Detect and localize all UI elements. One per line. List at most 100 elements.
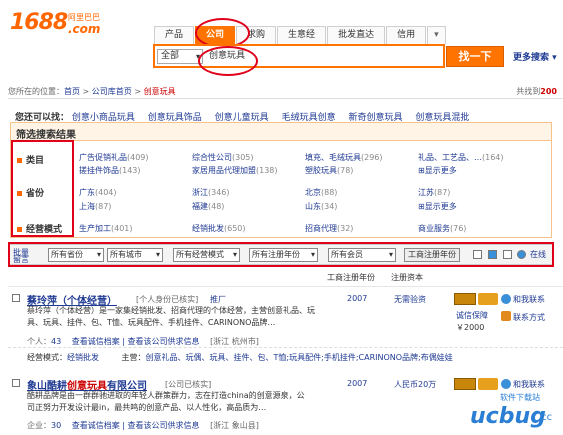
- contact-me-link[interactable]: 和我联系: [513, 294, 545, 305]
- breadcrumb-home[interactable]: 首页: [64, 87, 80, 96]
- rank-label: 个人：: [27, 337, 51, 346]
- filter-mode-item[interactable]: 生产加工(401): [79, 223, 133, 234]
- filter-item-name: 生产加工: [79, 224, 111, 233]
- result-tag[interactable]: 推厂: [210, 294, 226, 305]
- result-desc: 酷耕品牌是由一群群驰进取的年轻人群策群力，志在打造china的创意源泉，公 司正…: [27, 390, 337, 414]
- filter-item-name: 上海: [79, 202, 95, 211]
- filter-item-name: 搓挂件饰品: [79, 166, 119, 175]
- filter-category-item[interactable]: 综合性公司(305): [192, 152, 254, 163]
- filter-province-item[interactable]: 江苏(87): [418, 187, 450, 198]
- filter-item-name: 商业服务: [418, 224, 450, 233]
- search-button[interactable]: 找一下: [446, 46, 504, 67]
- mode-dropdown[interactable]: 所有经营模式: [173, 248, 240, 262]
- tab-wholesale[interactable]: 批发直达: [327, 26, 386, 44]
- filter-item-count: (164): [482, 153, 504, 162]
- member-badge-icon: [454, 378, 476, 390]
- archive-links[interactable]: 查看诚信档案 | 查看该公司供求信息: [72, 337, 200, 346]
- filter-title: 筛选搜索结果: [11, 123, 551, 141]
- breadcrumb-prefix: 您所在的位置：: [8, 87, 64, 96]
- tab-more-dropdown[interactable]: ▾: [427, 26, 446, 44]
- more-search-link[interactable]: 更多搜索 ▾: [513, 50, 557, 63]
- filter-province-item[interactable]: 浙江(346): [192, 187, 230, 198]
- category-select[interactable]: 全部: [157, 49, 203, 64]
- result-desc-line: 蔡玲萍（个体经营）是一家集经销批发、招商代理的个体经营，主营创意礼品、玩: [27, 306, 315, 315]
- filter-checkbox[interactable]: [473, 250, 482, 259]
- filter-province-item[interactable]: 福建(48): [192, 201, 224, 212]
- filter-category-item[interactable]: 塑胶玩具(78): [305, 165, 353, 176]
- filter-mode-item[interactable]: 招商代理(32): [305, 223, 353, 234]
- mode-value[interactable]: 经销批发: [67, 353, 99, 362]
- breadcrumb: 您所在的位置：首页 > 公司库首页 > 创意玩具: [8, 86, 558, 97]
- tab-products[interactable]: 产品: [154, 26, 195, 44]
- filter-mode-item[interactable]: 商业服务(76): [418, 223, 466, 234]
- breadcrumb-sep: >: [80, 87, 92, 96]
- mode-label: 经营模式：: [27, 353, 67, 362]
- site-logo[interactable]: 1688 阿里巴巴 .com: [10, 10, 120, 40]
- filter-item-count: (409): [127, 153, 149, 162]
- breadcrumb-current: 创意玩具: [143, 87, 176, 96]
- batch-message-link[interactable]: 批量 留言: [13, 249, 29, 264]
- rank-value: 30: [51, 421, 62, 430]
- message-label: 留言: [13, 255, 29, 264]
- filter-panel: 筛选搜索结果 类目 省份 经营模式 广告促销礼品(409) 综合性公司(305)…: [10, 122, 552, 238]
- guarantee-amount: ￥2000: [456, 323, 485, 332]
- filter-category-item[interactable]: 填充、毛绒玩具(296): [305, 152, 383, 163]
- archive-links[interactable]: 查看诚信档案 | 查看该公司供求信息: [72, 421, 200, 430]
- filter-category-item[interactable]: 广告促销礼品(409): [79, 152, 149, 163]
- show-more-province[interactable]: ⊞显示更多: [418, 201, 457, 212]
- filter-item-name: 江苏: [418, 188, 434, 197]
- main-label: 主营：: [121, 353, 146, 362]
- filter-item-count: (296): [361, 153, 383, 162]
- logo-main: 1688: [10, 10, 68, 35]
- tab-business[interactable]: 生意经: [277, 26, 327, 44]
- result-checkbox[interactable]: [12, 379, 20, 387]
- show-more-label: 显示更多: [424, 166, 457, 175]
- contact-me-link[interactable]: 和我联系: [513, 379, 545, 390]
- result-auth: [公司已核实]: [165, 380, 212, 389]
- filter-mode-item[interactable]: 经销批发(650): [192, 223, 246, 234]
- breadcrumb-sep: >: [131, 87, 144, 96]
- member-dropdown[interactable]: 所有会员: [328, 248, 396, 262]
- province-dropdown[interactable]: 所有省份: [48, 248, 104, 262]
- plus-icon: ⊞: [418, 166, 425, 175]
- filter-province-item[interactable]: 上海(87): [79, 201, 111, 212]
- filter-item-count: (305): [232, 153, 254, 162]
- logo-com: .com: [68, 22, 101, 36]
- result-year: 2007: [347, 294, 368, 303]
- filter-item-count: (88): [321, 188, 338, 197]
- contact-info-link[interactable]: 联系方式: [513, 312, 545, 323]
- guarantee-icon: [488, 250, 497, 259]
- highlight-circle-query: [198, 46, 258, 76]
- filter-province-item[interactable]: 山东(34): [305, 201, 337, 212]
- filter-item-name: 山东: [305, 202, 321, 211]
- tab-credit[interactable]: 信用: [386, 26, 427, 44]
- guarantee-label: 诚信保障: [456, 311, 488, 320]
- filter-item-count: (76): [450, 224, 467, 233]
- online-label[interactable]: 在线: [530, 251, 546, 259]
- result-desc-line: 具、玩具、挂件、包、T恤、玩具配件、手机挂件、CARINONO品牌…: [27, 318, 276, 327]
- city-dropdown[interactable]: 所有城市: [107, 248, 163, 262]
- filter-item-name: 综合性公司: [192, 153, 232, 162]
- credit-badge-icon: [478, 378, 498, 390]
- filter-checkbox[interactable]: [503, 250, 512, 259]
- result-links: 企业：30 查看诚信档案 | 查看该公司供求信息 [浙江 象山县]: [27, 420, 259, 431]
- divider: [8, 286, 563, 287]
- main-value: 创意礼品、玩偶、玩具、挂件、包、T恤;玩具配件;手机挂件;CARINONO品牌;…: [145, 353, 453, 362]
- filter-category-item[interactable]: 搓挂件饰品(143): [79, 165, 141, 176]
- show-more-category[interactable]: ⊞显示更多: [418, 165, 457, 176]
- filter-province-item[interactable]: 北京(88): [305, 187, 337, 198]
- result-checkbox[interactable]: [12, 294, 20, 302]
- filter-item-name: 礼品、工艺品、…: [418, 153, 482, 162]
- filter-item-count: (401): [111, 224, 133, 233]
- filter-province-item[interactable]: 广东(404): [79, 187, 117, 198]
- breadcrumb-lib[interactable]: 公司库首页: [92, 87, 132, 96]
- filter-item-count: (404): [95, 188, 117, 197]
- rank-value: 43: [51, 337, 62, 346]
- watermark-sub: .cc: [538, 412, 553, 423]
- year-dropdown[interactable]: 所有注册年份: [249, 248, 318, 262]
- filter-item-name: 招商代理: [305, 224, 337, 233]
- filter-category-item[interactable]: 家居用品代理加盟(138): [192, 165, 278, 176]
- filter-category-item[interactable]: 礼品、工艺品、…(164): [418, 152, 504, 163]
- reg-year-button[interactable]: 工商注册年份: [404, 248, 460, 262]
- filter-item-name: 广告促销礼品: [79, 153, 127, 162]
